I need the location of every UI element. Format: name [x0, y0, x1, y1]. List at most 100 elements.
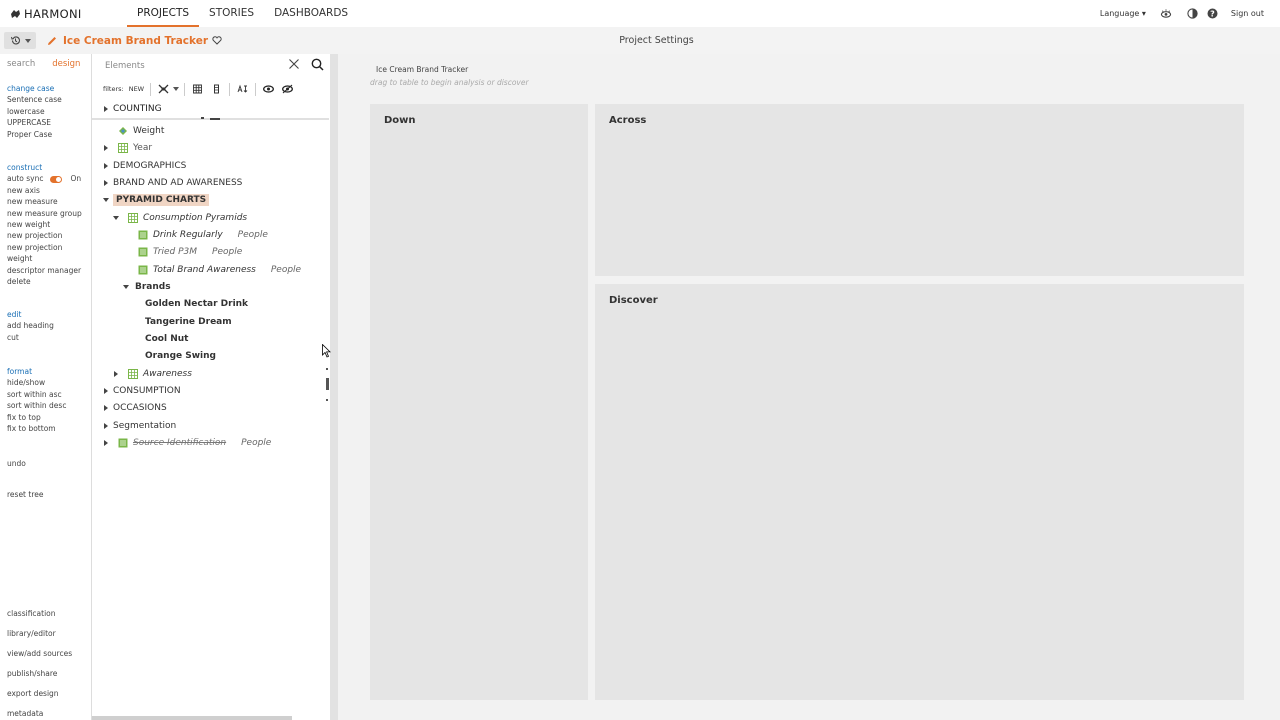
tree-item-consumption[interactable]: CONSUMPTION: [101, 383, 181, 398]
caret-down-icon[interactable]: [111, 213, 121, 223]
tree-item-brand[interactable]: Cool Nut: [145, 331, 188, 346]
library-editor-link[interactable]: library/editor: [7, 624, 72, 644]
tree-item-brand-ad-awareness[interactable]: BRAND AND AD AWARENESS: [101, 175, 242, 190]
toggle-switch[interactable]: [49, 175, 62, 183]
horizontal-scrollbar[interactable]: [92, 716, 292, 720]
publish-share-link[interactable]: publish/share: [7, 664, 72, 684]
language-dropdown[interactable]: Language ▾: [1100, 9, 1146, 18]
tree-item-total-brand-awareness[interactable]: Total Brand Awareness People: [138, 262, 301, 277]
caret-right-icon[interactable]: [101, 403, 111, 413]
auto-sync-toggle[interactable]: auto sync On: [7, 173, 82, 184]
fix-to-top-item[interactable]: fix to top: [7, 412, 66, 423]
close-icon[interactable]: [288, 58, 300, 70]
caret-right-icon[interactable]: [101, 421, 111, 431]
help-icon[interactable]: ?: [1207, 8, 1218, 19]
delete-item[interactable]: delete: [7, 276, 82, 287]
sort-desc-item[interactable]: sort within desc: [7, 400, 66, 411]
filters-new-button[interactable]: NEW: [129, 85, 144, 93]
format-section: format hide/show sort within asc sort wi…: [7, 366, 66, 434]
caret-down-icon[interactable]: [101, 195, 111, 205]
tree-item-source-identification[interactable]: Source Identification People: [101, 435, 271, 450]
tree-item-brand[interactable]: Tangerine Dream: [145, 314, 232, 329]
construct-heading: construct: [7, 163, 43, 172]
metadata-link[interactable]: metadata: [7, 704, 72, 720]
caret-right-icon[interactable]: [101, 386, 111, 396]
project-settings-link[interactable]: Project Settings: [0, 35, 1280, 46]
tree-item-label: Tried P3M: [153, 246, 198, 257]
tree-item-occasions[interactable]: OCCASIONS: [101, 400, 167, 415]
sentence-case-item[interactable]: Sentence case: [7, 94, 62, 105]
new-measure-group-item[interactable]: new measure group: [7, 208, 82, 219]
expand-collapse-icon[interactable]: [158, 84, 169, 94]
contrast-icon[interactable]: [1187, 8, 1198, 19]
tree-item-brands[interactable]: Brands: [121, 279, 171, 294]
new-projection-weight-item[interactable]: new projection weight: [7, 242, 79, 265]
people-tag: People: [237, 229, 268, 240]
new-measure-item[interactable]: new measure: [7, 196, 82, 207]
tree-item-year[interactable]: Year: [101, 140, 152, 155]
reset-tree-item[interactable]: reset tree: [7, 489, 43, 500]
proper-case-item[interactable]: Proper Case: [7, 129, 62, 140]
new-axis-item[interactable]: new axis: [7, 185, 82, 196]
tree-item-brand[interactable]: Golden Nectar Drink: [145, 296, 248, 311]
hide-show-item[interactable]: hide/show: [7, 377, 66, 388]
caret-right-icon[interactable]: [101, 104, 111, 114]
uppercase-item[interactable]: UPPERCASE: [7, 117, 62, 128]
edit-heading: edit: [7, 310, 22, 319]
classification-link[interactable]: classification: [7, 604, 72, 624]
auto-sync-label: auto sync: [7, 174, 44, 184]
elements-toolbar: filters: NEW: [92, 80, 330, 98]
tree-item-awareness[interactable]: Awareness: [111, 366, 192, 381]
fix-to-bottom-item[interactable]: fix to bottom: [7, 423, 66, 434]
caret-right-icon[interactable]: [101, 161, 111, 171]
sort-asc-item[interactable]: sort within asc: [7, 389, 66, 400]
tree-item-segmentation[interactable]: Segmentation: [101, 418, 176, 433]
caret-right-icon[interactable]: [101, 178, 111, 188]
eye-icon[interactable]: [1160, 8, 1172, 19]
tree-item-consumption-pyramids[interactable]: Consumption Pyramids: [111, 210, 247, 225]
tree-item-counting[interactable]: COUNTING: [101, 101, 162, 116]
new-projection-item[interactable]: new projection: [7, 230, 82, 241]
grid-table-icon: [128, 368, 138, 379]
panel-splitter[interactable]: [326, 54, 338, 720]
caret-right-icon[interactable]: [111, 369, 121, 379]
tree-item-drink-regularly[interactable]: Drink Regularly People: [138, 227, 268, 242]
chevron-down-icon[interactable]: [173, 87, 180, 91]
sign-out-link[interactable]: Sign out: [1231, 9, 1264, 18]
tree-item-brand[interactable]: Orange Swing: [145, 348, 216, 363]
grid-icon[interactable]: [192, 84, 203, 94]
menu-tab-design[interactable]: design: [52, 59, 80, 69]
top-navigation: HARMONI PROJECTS STORIES DASHBOARDS Lang…: [0, 0, 1280, 27]
tree-item-demographics[interactable]: DEMOGRAPHICS: [101, 158, 186, 173]
add-heading-item[interactable]: add heading: [7, 320, 54, 331]
caret-right-icon[interactable]: [101, 438, 111, 448]
analysis-canvas: Ice Cream Brand Tracker drag to table to…: [338, 54, 1280, 720]
tab-projects[interactable]: PROJECTS: [127, 0, 200, 27]
tab-dashboards[interactable]: DASHBOARDS: [264, 0, 358, 27]
down-drop-zone[interactable]: Down: [370, 104, 588, 700]
tree-item-pyramid-charts[interactable]: PYRAMID CHARTS: [101, 192, 210, 207]
edit-section: edit add heading cut: [7, 309, 54, 343]
cut-item[interactable]: cut: [7, 332, 54, 343]
descriptor-manager-item[interactable]: descriptor manager: [7, 265, 82, 276]
lowercase-item[interactable]: lowercase: [7, 106, 62, 117]
caret-down-icon[interactable]: [121, 282, 131, 292]
column-icon[interactable]: [211, 84, 222, 94]
tab-stories[interactable]: STORIES: [199, 0, 264, 27]
across-drop-zone[interactable]: Across: [595, 104, 1244, 276]
elements-search-input[interactable]: Elements: [105, 61, 145, 71]
tree-item-weight[interactable]: Weight: [118, 123, 164, 138]
caret-right-icon[interactable]: [101, 143, 111, 153]
menu-tab-search[interactable]: search: [7, 59, 35, 69]
harmoni-logo[interactable]: HARMONI: [10, 7, 127, 21]
export-design-link[interactable]: export design: [7, 684, 72, 704]
undo-item[interactable]: undo: [7, 458, 26, 469]
show-icon[interactable]: [263, 84, 275, 94]
discover-drop-zone[interactable]: Discover: [595, 284, 1244, 700]
sort-icon[interactable]: [237, 84, 248, 94]
view-add-sources-link[interactable]: view/add sources: [7, 644, 72, 664]
new-weight-item[interactable]: new weight: [7, 219, 82, 230]
search-icon[interactable]: [311, 58, 324, 71]
tree-item-tried-p3m[interactable]: Tried P3M People: [138, 244, 242, 259]
hide-icon[interactable]: [282, 84, 294, 94]
